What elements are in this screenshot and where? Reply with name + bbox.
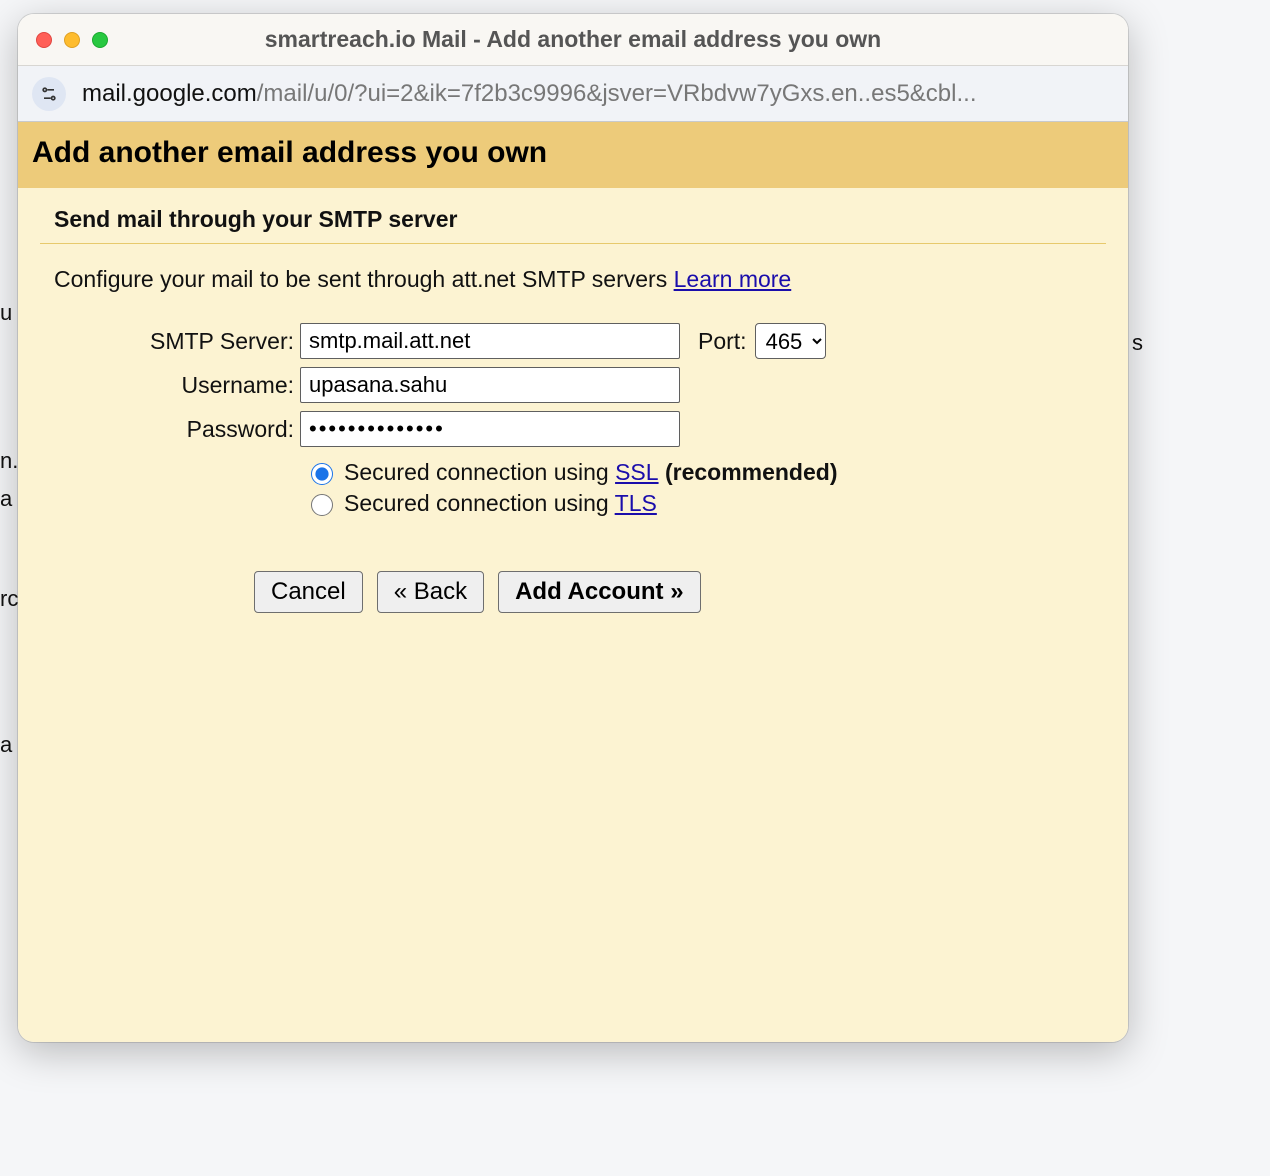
tls-link[interactable]: TLS: [615, 490, 657, 516]
row-password: Password:: [54, 411, 1106, 447]
username-input[interactable]: [300, 367, 680, 403]
tls-radio[interactable]: [311, 494, 333, 516]
password-label: Password:: [54, 416, 300, 443]
intro-text: Configure your mail to be sent through a…: [54, 266, 1106, 293]
port-label: Port:: [698, 328, 747, 355]
url-host: mail.google.com: [82, 80, 257, 107]
dialog-title: Add another email address you own: [32, 136, 1114, 170]
bg-text-frag: rc: [0, 586, 18, 612]
ssl-prefix: Secured connection using: [344, 459, 615, 485]
minimize-window-icon[interactable]: [64, 32, 80, 48]
divider: [40, 243, 1106, 244]
popup-window: smartreach.io Mail - Add another email a…: [18, 14, 1128, 1042]
learn-more-link[interactable]: Learn more: [674, 266, 792, 292]
tls-prefix: Secured connection using: [344, 490, 615, 516]
bg-text-frag: a: [0, 486, 12, 512]
row-smtp-server: SMTP Server: Port: 46558725: [54, 323, 1106, 359]
port-wrap: Port: 46558725: [698, 323, 826, 359]
dialog-body: Send mail through your SMTP server Confi…: [18, 188, 1128, 1042]
ssl-radio[interactable]: [311, 463, 333, 485]
maximize-window-icon[interactable]: [92, 32, 108, 48]
smtp-server-label: SMTP Server:: [54, 328, 300, 355]
ssl-option[interactable]: Secured connection using SSL (recommende…: [306, 459, 1106, 486]
traffic-lights: [36, 32, 108, 48]
window-title: smartreach.io Mail - Add another email a…: [18, 26, 1128, 53]
intro-prefix: Configure your mail to be sent through a…: [54, 266, 674, 292]
tls-option[interactable]: Secured connection using TLS: [306, 490, 1106, 517]
url-path: /mail/u/0/?ui=2&ik=7f2b3c9996&jsver=VRbd…: [257, 80, 977, 107]
bg-text-frag: s: [1132, 330, 1143, 356]
site-identity-icon[interactable]: [32, 77, 66, 111]
bg-text-frag: u: [0, 300, 12, 326]
window-titlebar: smartreach.io Mail - Add another email a…: [18, 14, 1128, 66]
username-label: Username:: [54, 372, 300, 399]
ssl-recommended: (recommended): [659, 459, 838, 485]
cancel-button[interactable]: Cancel: [254, 571, 363, 613]
button-row: Cancel « Back Add Account »: [254, 571, 1106, 613]
connection-radio-group: Secured connection using SSL (recommende…: [306, 459, 1106, 517]
section-subhead: Send mail through your SMTP server: [54, 206, 1106, 233]
password-input[interactable]: [300, 411, 680, 447]
dialog-header: Add another email address you own: [18, 122, 1128, 188]
close-window-icon[interactable]: [36, 32, 52, 48]
row-username: Username:: [54, 367, 1106, 403]
ssl-link[interactable]: SSL: [615, 459, 658, 485]
back-button[interactable]: « Back: [377, 571, 484, 613]
url-text: mail.google.com/mail/u/0/?ui=2&ik=7f2b3c…: [82, 80, 976, 108]
port-select[interactable]: 46558725: [755, 323, 826, 359]
add-account-button[interactable]: Add Account »: [498, 571, 700, 613]
bg-text-frag: a: [0, 732, 12, 758]
smtp-form: SMTP Server: Port: 46558725 Username: Pa…: [54, 323, 1106, 613]
address-bar[interactable]: mail.google.com/mail/u/0/?ui=2&ik=7f2b3c…: [18, 66, 1128, 122]
smtp-server-input[interactable]: [300, 323, 680, 359]
